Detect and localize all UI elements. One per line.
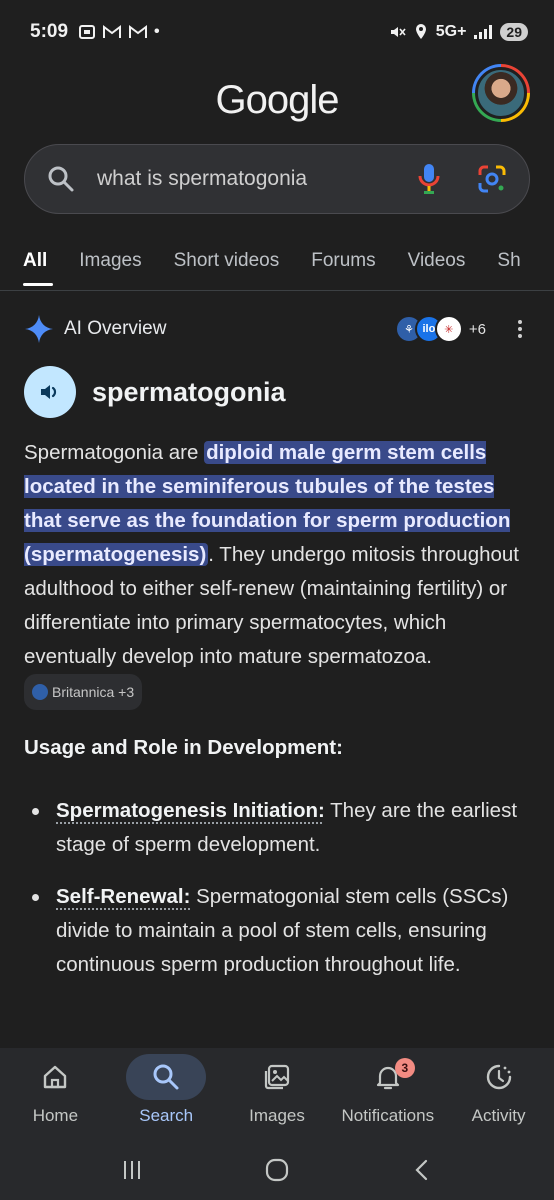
more-sources-count[interactable]: +6 bbox=[469, 321, 486, 338]
role-list: Spermatogenesis Initiation: They are the… bbox=[24, 794, 530, 1000]
home-icon bbox=[44, 1065, 67, 1089]
voice-search-button[interactable] bbox=[415, 162, 443, 196]
screenshot-icon bbox=[79, 25, 96, 39]
search-query[interactable]: what is spermatogonia bbox=[97, 167, 415, 191]
tab-images[interactable]: Images bbox=[63, 236, 157, 286]
google-logo[interactable]: Google bbox=[0, 78, 554, 123]
source-icons[interactable]: ⚘ ilo ✳ +6 bbox=[394, 315, 510, 343]
tab-short-videos[interactable]: Short videos bbox=[158, 236, 296, 286]
nav-home[interactable]: Home bbox=[0, 1054, 110, 1126]
nav-notifications[interactable]: 3 Notifications bbox=[333, 1054, 443, 1126]
nav-home-label: Home bbox=[32, 1106, 79, 1125]
mute-icon bbox=[390, 27, 406, 37]
activity-icon bbox=[486, 1064, 511, 1090]
ai-overview-paragraph: Spermatogonia are diploid male germ stem… bbox=[24, 436, 530, 710]
citation-label: Britannica +3 bbox=[52, 684, 135, 700]
nav-images[interactable]: Images bbox=[222, 1054, 332, 1126]
speaker-icon bbox=[41, 385, 57, 399]
list-item: Self-Renewal: Spermatogonial stem cells … bbox=[24, 880, 530, 982]
citation-chip[interactable]: Britannica +3 bbox=[24, 674, 143, 710]
tabs-divider bbox=[0, 290, 554, 291]
nav-notifications-label: Notifications bbox=[341, 1106, 435, 1125]
status-bar: 5:09 • 5G+ 29 bbox=[0, 0, 554, 64]
nav-activity[interactable]: Activity bbox=[444, 1054, 554, 1126]
network-source-icon[interactable]: ✳ bbox=[434, 315, 463, 343]
tab-videos[interactable]: Videos bbox=[392, 236, 482, 286]
search-tabs: All Images Short videos Forums Videos Sh bbox=[0, 236, 554, 286]
britannica-icon bbox=[32, 684, 48, 700]
term-link[interactable]: Spermatogenesis Initiation: bbox=[56, 799, 325, 822]
dot-icon: • bbox=[154, 23, 160, 40]
more-options-icon[interactable] bbox=[510, 320, 530, 338]
back-icon[interactable] bbox=[410, 1158, 434, 1182]
nav-search-label: Search bbox=[139, 1106, 194, 1125]
signal-icon bbox=[474, 25, 493, 39]
network-type: 5G+ bbox=[435, 23, 467, 40]
lens-search-button[interactable] bbox=[477, 164, 507, 194]
ai-overview-label: AI Overview bbox=[64, 318, 167, 339]
nav-search[interactable]: Search bbox=[111, 1054, 221, 1126]
system-navigation-bar bbox=[0, 1140, 554, 1200]
gmail-icon bbox=[129, 25, 148, 38]
gmail-icon bbox=[103, 25, 122, 38]
home-button-icon[interactable] bbox=[264, 1157, 290, 1183]
ai-overview-header: AI Overview ⚘ ilo ✳ +6 bbox=[24, 310, 530, 348]
ai-overview-heading: spermatogonia bbox=[92, 376, 286, 407]
tab-all[interactable]: All bbox=[0, 236, 63, 286]
listen-button[interactable] bbox=[24, 366, 76, 418]
mic-icon bbox=[418, 164, 440, 194]
google-lens-icon bbox=[478, 165, 506, 193]
nav-activity-label: Activity bbox=[471, 1106, 526, 1125]
ai-heading-row: spermatogonia bbox=[24, 366, 286, 418]
search-icon bbox=[48, 166, 74, 192]
nav-images-label: Images bbox=[249, 1106, 305, 1125]
tab-forums[interactable]: Forums bbox=[295, 236, 391, 286]
recent-apps-icon[interactable] bbox=[120, 1158, 144, 1182]
search-input[interactable]: what is spermatogonia bbox=[24, 144, 530, 214]
status-time: 5:09 bbox=[30, 21, 69, 42]
account-avatar[interactable] bbox=[472, 64, 530, 122]
paragraph-start: Spermatogonia are bbox=[24, 441, 205, 464]
section-subheading: Usage and Role in Development: bbox=[24, 736, 343, 759]
bottom-navigation: Home Search Images 3 Notifications Activ… bbox=[0, 1048, 554, 1140]
tab-shopping[interactable]: Sh bbox=[481, 236, 536, 286]
avatar-photo bbox=[475, 67, 527, 119]
location-icon bbox=[415, 24, 426, 39]
list-item: Spermatogenesis Initiation: They are the… bbox=[24, 794, 530, 862]
images-icon bbox=[264, 1064, 290, 1090]
term-link[interactable]: Self-Renewal: bbox=[56, 885, 190, 908]
search-icon bbox=[153, 1064, 179, 1090]
notification-badge: 3 bbox=[394, 1058, 415, 1078]
battery-icon: 29 bbox=[500, 23, 528, 41]
sparkle-icon bbox=[25, 315, 53, 343]
